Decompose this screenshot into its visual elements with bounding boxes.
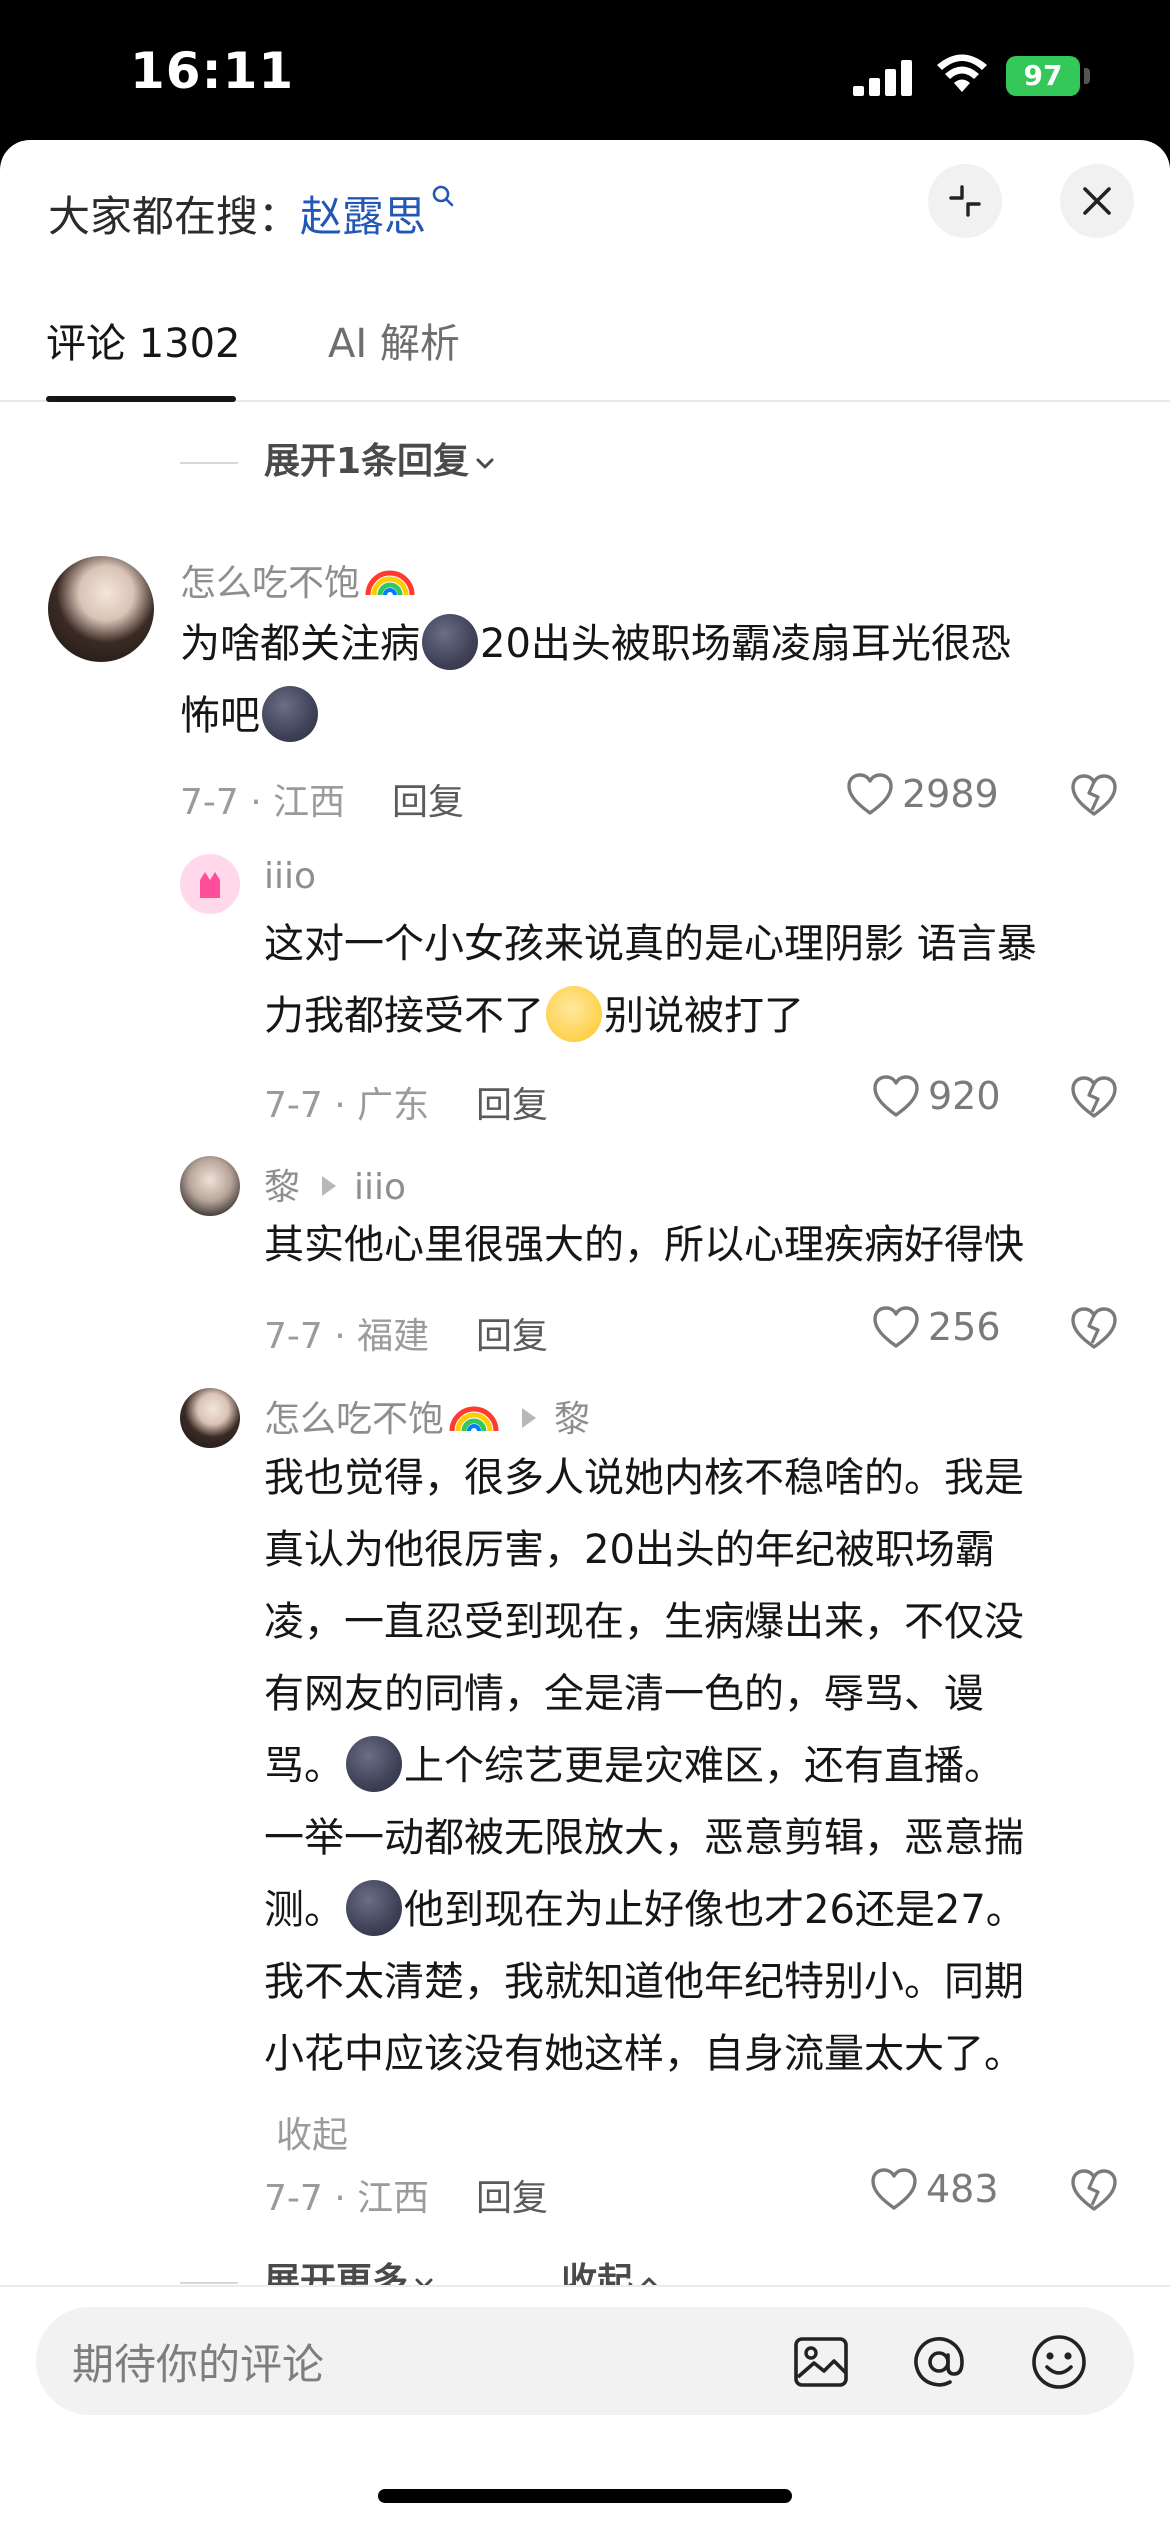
search-hint-prefix: 大家都在搜： <box>48 192 301 241</box>
at-icon[interactable] <box>910 2333 968 2391</box>
tab-ai-analysis[interactable]: AI 解析 <box>328 310 460 402</box>
divider-line <box>180 2282 238 2284</box>
close-icon <box>1083 187 1111 215</box>
cat-avatar-icon <box>200 872 220 898</box>
search-icon <box>432 185 454 207</box>
reply-button[interactable]: 回复 <box>476 2169 548 2221</box>
dark-moon-emoji-icon <box>422 614 478 670</box>
avatar[interactable] <box>180 1156 240 1216</box>
comments-sheet: 大家都在搜：赵露思 评论 1302 AI 解析 展开1条回复 怎么吃不饱 为啥都… <box>0 140 1170 2532</box>
divider-line <box>180 462 238 464</box>
like-count: 256 <box>928 1305 1001 1349</box>
comment-date-location: 7-7 · 江西 <box>264 2178 430 2219</box>
like-button[interactable]: 920 <box>872 1071 1001 1121</box>
broken-heart-icon[interactable] <box>1070 2167 1118 2213</box>
reply-button[interactable]: 回复 <box>392 773 464 825</box>
comment-input-placeholder: 期待你的评论 <box>72 2340 325 2389</box>
heart-icon <box>847 772 893 815</box>
emoji-icon[interactable] <box>1030 2333 1088 2391</box>
reply-arrow-icon <box>522 1408 537 1428</box>
comment-username[interactable]: iiio <box>264 856 316 897</box>
comment-username[interactable]: 黎 iiio <box>264 1158 406 1210</box>
avatar[interactable] <box>48 556 154 662</box>
comment-input[interactable]: 期待你的评论 <box>36 2307 1134 2415</box>
close-button[interactable] <box>1060 164 1134 238</box>
comment-text: 这对一个小女孩来说真的是心理阴影 语言暴 力我都接受不了 别说被打了 <box>264 908 1144 1052</box>
comment-text: 其实他心里很强大的，所以心理疾病好得快 <box>264 1222 1024 1268</box>
heart-icon <box>873 1074 919 1117</box>
rainbow-icon <box>365 570 415 596</box>
like-count: 920 <box>928 1074 1001 1118</box>
collapse-button[interactable] <box>928 164 1002 238</box>
comment-date-location: 7-7 · 福建 <box>264 1316 430 1357</box>
comment-text: 为啥都关注病 20出头被职场霸凌扇耳光很恐 怖吧 <box>180 608 1140 752</box>
like-button[interactable]: 2989 <box>846 769 999 819</box>
search-hint[interactable]: 大家都在搜：赵露思 <box>48 183 456 244</box>
battery-indicator: 97 <box>1006 56 1090 96</box>
battery-tip <box>1084 68 1090 84</box>
search-keyword[interactable]: 赵露思 <box>300 192 426 241</box>
active-tab-indicator <box>46 396 236 402</box>
comment-date-location: 7-7 · 广东 <box>264 1085 430 1126</box>
wifi-icon <box>937 54 987 92</box>
dark-moon-emoji-icon <box>262 686 318 742</box>
rainbow-icon <box>449 1406 499 1432</box>
comment-text: 我也觉得，很多人说她内核不稳啥的。我是 真认为他很厉害，20出头的年纪被职场霸 … <box>264 1455 1026 2077</box>
heart-icon <box>871 2167 917 2210</box>
expand-replies-label: 展开1条回复 <box>264 441 470 482</box>
comment-date-location: 7-7 · 江西 <box>180 782 346 823</box>
avatar[interactable] <box>180 1388 240 1448</box>
like-button[interactable]: 256 <box>872 1302 1001 1352</box>
comment-username[interactable]: 怎么吃不饱黎 <box>264 1390 590 1442</box>
battery-level: 97 <box>1006 56 1080 96</box>
like-count: 483 <box>926 2167 999 2211</box>
tab-bar: 评论 1302 AI 解析 <box>0 310 1170 402</box>
status-time: 16:11 <box>130 42 295 100</box>
home-indicator[interactable] <box>378 2489 792 2503</box>
collapse-text-button[interactable]: 收起 <box>276 2106 348 2158</box>
broken-heart-icon[interactable] <box>1070 1305 1118 1351</box>
broken-heart-icon[interactable] <box>1070 1074 1118 1120</box>
broken-heart-icon[interactable] <box>1070 772 1118 818</box>
flushed-emoji-icon <box>546 986 602 1042</box>
dark-moon-emoji-icon <box>346 1736 402 1792</box>
collapse-arrows-icon <box>949 185 981 217</box>
dark-moon-emoji-icon <box>346 1880 402 1936</box>
tab-comments[interactable]: 评论 1302 <box>46 310 241 402</box>
like-count: 2989 <box>902 772 999 816</box>
reply-arrow-icon <box>322 1176 337 1196</box>
reply-button[interactable]: 回复 <box>476 1307 548 1359</box>
comment-username[interactable]: 怎么吃不饱 <box>180 554 416 606</box>
heart-icon <box>873 1305 919 1348</box>
reply-button[interactable]: 回复 <box>476 1076 548 1128</box>
expand-replies-button[interactable]: 展开1条回复 <box>180 432 497 484</box>
status-bar: 16:11 97 <box>0 0 1170 145</box>
chevron-down-icon <box>476 458 494 469</box>
image-icon[interactable] <box>792 2333 850 2391</box>
avatar[interactable] <box>180 854 240 914</box>
signal-icon <box>853 60 912 96</box>
like-button[interactable]: 483 <box>870 2164 999 2214</box>
